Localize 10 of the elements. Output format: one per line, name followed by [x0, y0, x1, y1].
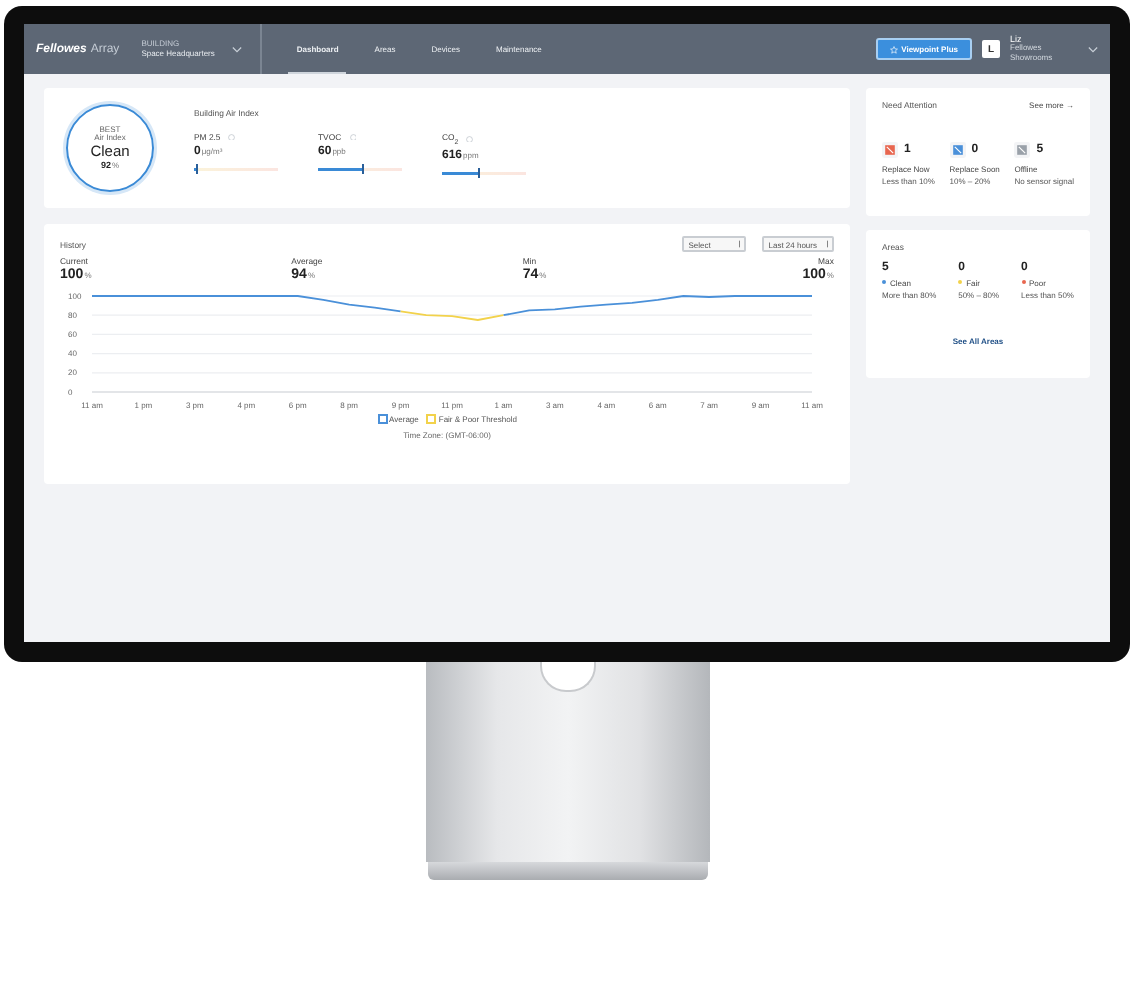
info-icon[interactable]: [349, 133, 357, 141]
filter-icon: [949, 142, 966, 158]
info-icon[interactable]: [228, 133, 236, 141]
cable-hole: [540, 662, 596, 692]
chevron-down-icon[interactable]: [1088, 45, 1098, 53]
star-icon: [889, 45, 898, 53]
filter-icon: [1014, 142, 1031, 158]
chevron-down-icon[interactable]: [232, 45, 243, 53]
info-icon[interactable]: [466, 135, 474, 143]
filter-icon: [882, 142, 898, 158]
